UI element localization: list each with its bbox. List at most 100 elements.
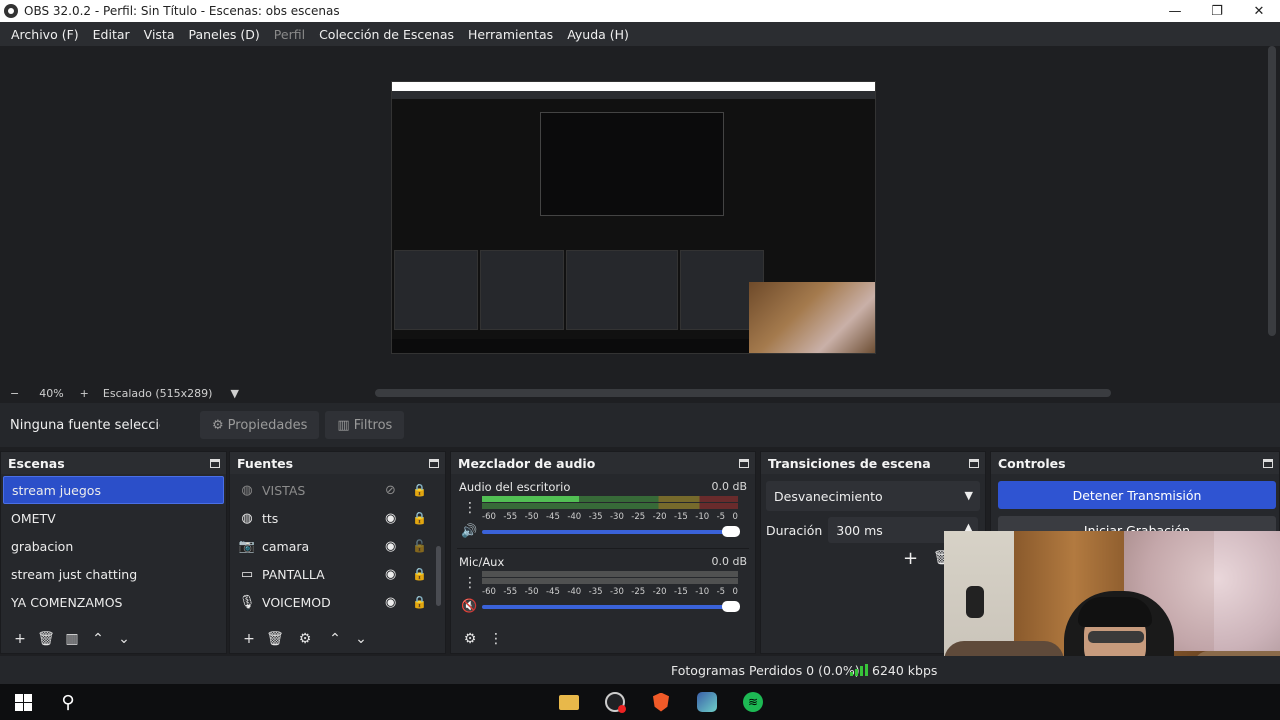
scene-item[interactable]: stream juegos bbox=[3, 476, 224, 504]
undock-icon[interactable] bbox=[1263, 458, 1273, 468]
add-transition-button[interactable]: + bbox=[903, 548, 918, 569]
menu-herramientas[interactable]: Herramientas bbox=[461, 27, 560, 42]
tick-label: 0 bbox=[732, 512, 738, 522]
muted-speaker-icon[interactable]: 🔇 bbox=[461, 599, 477, 614]
menu-coleccion-escenas[interactable]: Colección de Escenas bbox=[312, 27, 461, 42]
preview-vertical-scrollbar[interactable] bbox=[1268, 46, 1276, 336]
close-button[interactable]: ✕ bbox=[1238, 0, 1280, 22]
transition-select[interactable]: Desvanecimiento ▼ bbox=[766, 481, 980, 511]
obs-taskbar-icon[interactable] bbox=[603, 690, 627, 714]
mixer-menu-icon[interactable]: ⋮ bbox=[483, 631, 509, 647]
scene-item[interactable]: OMETV bbox=[3, 504, 224, 532]
chevron-down-icon: ▼ bbox=[964, 489, 973, 502]
scene-item[interactable]: grabacion bbox=[3, 532, 224, 560]
zoom-bar: − 40% + Escalado (515x289) ▼ bbox=[0, 384, 1280, 402]
windows-start-button[interactable] bbox=[11, 690, 35, 714]
zoom-out-button[interactable]: − bbox=[10, 387, 19, 400]
preview-area[interactable] bbox=[0, 46, 1280, 384]
taskbar-search-icon[interactable]: ⚲ bbox=[56, 690, 80, 714]
move-source-down-button[interactable]: ⌄ bbox=[348, 631, 374, 647]
nested-menu-bar bbox=[392, 91, 875, 99]
meter-ticks: -60 -55 -50 -45 -40 -35 -30 -25 -20 -15 … bbox=[482, 512, 738, 522]
source-properties-button[interactable]: ⚙ bbox=[292, 631, 318, 647]
webcam-hair bbox=[1078, 597, 1152, 627]
lock-icon[interactable]: 🔒 bbox=[412, 511, 427, 525]
brave-browser-icon[interactable] bbox=[649, 690, 673, 714]
source-item[interactable]: 🎙 VOICEMOD ◉ 🔒 bbox=[230, 588, 445, 616]
tick-label: -45 bbox=[545, 587, 560, 597]
transition-selected: Desvanecimiento bbox=[774, 488, 883, 504]
remove-source-button[interactable]: 🗑 bbox=[262, 631, 288, 647]
slider-knob[interactable] bbox=[722, 601, 740, 612]
menu-bar: Archivo (F) Editar Vista Paneles (D) Per… bbox=[0, 22, 1280, 46]
add-scene-button[interactable]: + bbox=[7, 631, 33, 647]
source-item[interactable]: ▭ PANTALLA ◉ 🔒 bbox=[230, 560, 445, 588]
channel-menu-icon[interactable]: ⋮ bbox=[463, 500, 477, 516]
lock-icon[interactable]: 🔒 bbox=[412, 567, 427, 581]
preview-canvas[interactable] bbox=[391, 81, 876, 354]
channel-name: Audio del escritorio bbox=[459, 480, 571, 494]
camera-icon: 📷 bbox=[238, 538, 256, 554]
volume-slider[interactable] bbox=[482, 601, 740, 612]
move-scene-up-button[interactable]: ⌃ bbox=[85, 631, 111, 647]
source-item[interactable]: ◍ VISTAS ⊘ 🔒 bbox=[230, 476, 445, 504]
stop-streaming-button[interactable]: Detener Transmisión bbox=[998, 481, 1276, 509]
sources-scrollbar[interactable] bbox=[436, 546, 441, 606]
spotify-icon[interactable]: ≋ bbox=[741, 690, 765, 714]
tick-label: -55 bbox=[503, 587, 518, 597]
speaker-icon[interactable]: 🔊 bbox=[461, 524, 477, 539]
tick-label: -25 bbox=[631, 587, 646, 597]
restore-button[interactable]: ❐ bbox=[1196, 0, 1238, 22]
file-explorer-icon[interactable] bbox=[557, 690, 581, 714]
eye-icon[interactable]: ◉ bbox=[385, 539, 396, 554]
meter-ticks: -60 -55 -50 -45 -40 -35 -30 -25 -20 -15 … bbox=[482, 587, 738, 597]
undock-icon[interactable] bbox=[429, 458, 439, 468]
slider-knob[interactable] bbox=[722, 526, 740, 537]
title-bar: OBS 32.0.2 - Perfil: Sin Título - Escena… bbox=[0, 0, 1280, 22]
move-source-up-button[interactable]: ⌃ bbox=[322, 631, 348, 647]
transitions-header: Transiciones de escena bbox=[761, 452, 985, 474]
obs-logo-icon bbox=[4, 4, 18, 18]
menu-archivo[interactable]: Archivo (F) bbox=[4, 27, 86, 42]
eye-icon[interactable]: ◉ bbox=[385, 595, 396, 610]
tick-label: -30 bbox=[609, 587, 624, 597]
eye-icon[interactable]: ◉ bbox=[385, 511, 396, 526]
unlock-icon[interactable]: 🔓 bbox=[412, 539, 427, 553]
eye-icon[interactable]: ◉ bbox=[385, 567, 396, 582]
volume-meter bbox=[482, 496, 738, 512]
menu-vista[interactable]: Vista bbox=[137, 27, 182, 42]
monitor-icon: ▭ bbox=[240, 566, 254, 582]
undock-icon[interactable] bbox=[969, 458, 979, 468]
lock-icon[interactable]: 🔒 bbox=[412, 483, 427, 497]
scene-filters-button[interactable]: ▥ bbox=[59, 631, 85, 647]
add-source-button[interactable]: + bbox=[236, 631, 262, 647]
minimize-button[interactable]: — bbox=[1154, 0, 1196, 22]
properties-button[interactable]: ⚙ Propiedades bbox=[200, 411, 320, 439]
move-scene-down-button[interactable]: ⌄ bbox=[111, 631, 137, 647]
undock-icon[interactable] bbox=[210, 458, 220, 468]
hidden-eye-icon[interactable]: ⊘ bbox=[385, 483, 396, 498]
advanced-audio-gear-icon[interactable]: ⚙ bbox=[457, 631, 483, 647]
volume-slider[interactable] bbox=[482, 526, 740, 537]
window-controls: — ❐ ✕ bbox=[1154, 0, 1280, 22]
preview-horizontal-scrollbar[interactable] bbox=[375, 389, 1111, 397]
source-name: PANTALLA bbox=[262, 566, 325, 582]
source-item[interactable]: ◍ tts ◉ 🔒 bbox=[230, 504, 445, 532]
scene-item[interactable]: stream just chatting bbox=[3, 560, 224, 588]
channel-menu-icon[interactable]: ⋮ bbox=[463, 575, 477, 591]
lock-icon[interactable]: 🔒 bbox=[412, 595, 427, 609]
windows-logo-icon bbox=[14, 693, 32, 711]
source-name: camara bbox=[262, 538, 310, 554]
scene-item[interactable]: YA COMENZAMOS bbox=[3, 588, 224, 616]
menu-editar[interactable]: Editar bbox=[86, 27, 137, 42]
nested-title-bar bbox=[392, 82, 875, 91]
menu-ayuda[interactable]: Ayuda (H) bbox=[560, 27, 636, 42]
menu-paneles[interactable]: Paneles (D) bbox=[182, 27, 267, 42]
zoom-in-button[interactable]: + bbox=[80, 387, 89, 400]
filters-button[interactable]: ▥ Filtros bbox=[325, 411, 405, 439]
source-item[interactable]: 📷 camara ◉ 🔓 bbox=[230, 532, 445, 560]
davinci-resolve-icon[interactable] bbox=[695, 690, 719, 714]
undock-icon[interactable] bbox=[739, 458, 749, 468]
scaling-dropdown-caret[interactable]: ▼ bbox=[230, 387, 238, 400]
remove-scene-button[interactable]: 🗑 bbox=[33, 631, 59, 647]
